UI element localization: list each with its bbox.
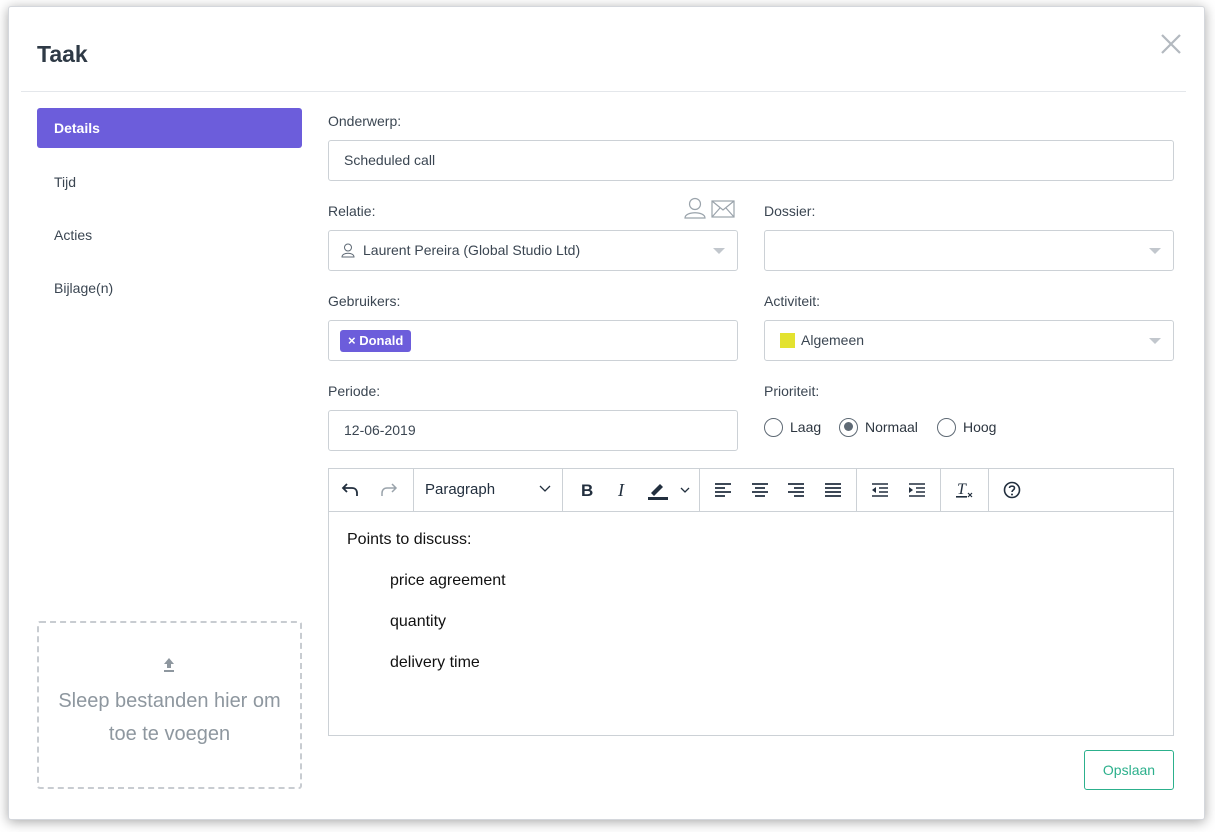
priority-radio-laag[interactable]: Laag	[764, 416, 821, 438]
outdent-icon	[872, 483, 888, 497]
radio-circle-selected	[839, 417, 858, 437]
priority-radio-hoog[interactable]: Hoog	[937, 416, 996, 438]
undo-icon	[341, 483, 358, 496]
toolbar-separator	[562, 469, 563, 511]
radio-label: Laag	[790, 419, 822, 435]
toolbar-separator	[940, 469, 941, 511]
align-center-button[interactable]	[747, 477, 773, 503]
sidebar-item-bijlagen[interactable]: Bijlage(n)	[37, 268, 302, 308]
chevron-down-icon	[1149, 338, 1161, 344]
align-right-icon	[788, 483, 804, 497]
toolbar-separator	[699, 469, 700, 511]
onderwerp-input[interactable]: Scheduled call	[328, 140, 1174, 181]
periode-value: 12-06-2019	[344, 422, 416, 438]
italic-button[interactable]: I	[609, 477, 635, 503]
dropzone-text: Sleep bestanden hier om toe te voegen	[58, 690, 281, 745]
sidebar-item-acties[interactable]: Acties	[37, 215, 302, 255]
svg-text:B: B	[581, 481, 593, 499]
radio-label: Hoog	[963, 419, 997, 435]
block-format-value: Paragraph	[425, 481, 496, 498]
gebruikers-label: Gebruikers:	[328, 293, 401, 309]
dossier-label: Dossier:	[764, 203, 816, 219]
content-item: quantity	[390, 613, 447, 630]
modal-title: Taak	[37, 41, 88, 67]
redo-button[interactable]	[376, 477, 402, 503]
activiteit-value: Algemeen	[801, 332, 865, 348]
align-right-button[interactable]	[783, 477, 809, 503]
content-item: price agreement	[390, 572, 506, 589]
bold-icon: B	[581, 481, 593, 499]
priority-radio-normaal[interactable]: Normaal	[839, 416, 918, 438]
chevron-down-icon	[1149, 248, 1161, 254]
close-button[interactable]	[1158, 31, 1184, 57]
onderwerp-value: Scheduled call	[344, 152, 436, 168]
relatie-select[interactable]: Laurent Pereira (Global Studio Ltd)	[328, 230, 738, 271]
redo-icon	[381, 483, 398, 496]
radio-label: Normaal	[865, 419, 918, 435]
tag-label: Donald	[359, 333, 404, 348]
content-item: delivery time	[390, 654, 480, 671]
indent-button[interactable]	[904, 477, 930, 503]
upload-icon	[164, 658, 174, 672]
highlight-icon	[648, 484, 690, 500]
content-intro: Points to discuss:	[347, 531, 472, 548]
dossier-select[interactable]	[764, 230, 1174, 271]
periode-label: Periode:	[328, 383, 381, 399]
bold-button[interactable]: B	[574, 477, 600, 503]
toolbar-separator	[856, 469, 857, 511]
contact-person-icon[interactable]	[683, 196, 707, 220]
radio-circle	[764, 417, 783, 437]
tag-remove-button[interactable]: ×	[348, 333, 356, 348]
sidebar-item-tijd[interactable]: Tijd	[37, 162, 302, 202]
clear-format-icon: T	[956, 481, 973, 498]
mail-icon[interactable]	[711, 200, 735, 218]
radio-circle	[937, 417, 956, 437]
sidebar-item-details[interactable]: Details	[37, 108, 302, 148]
prioriteit-label: Prioriteit:	[764, 383, 820, 399]
relatie-label: Relatie:	[328, 203, 376, 219]
activity-color-swatch	[780, 333, 795, 348]
clear-format-button[interactable]: T	[951, 477, 977, 503]
periode-input[interactable]: 12-06-2019	[328, 410, 738, 451]
indent-icon	[909, 483, 925, 497]
close-icon	[1161, 34, 1181, 54]
align-justify-button[interactable]	[820, 477, 846, 503]
editor-toolbar: Paragraph B I T	[329, 469, 1173, 512]
help-button[interactable]	[999, 477, 1025, 503]
file-dropzone[interactable]: Sleep bestanden hier om toe te voegen	[37, 621, 302, 789]
svg-text:I: I	[617, 481, 625, 499]
activiteit-select[interactable]: Algemeen	[764, 320, 1174, 361]
rich-text-editor: Paragraph B I T Points to discuss: price…	[328, 468, 1174, 736]
save-button[interactable]: Opslaan	[1084, 750, 1174, 790]
chevron-down-icon	[539, 485, 551, 492]
activiteit-label: Activiteit:	[764, 293, 821, 309]
header-divider	[21, 91, 1186, 92]
align-center-icon	[752, 483, 768, 497]
help-icon	[1003, 481, 1021, 499]
block-format-select[interactable]: Paragraph	[425, 477, 555, 503]
onderwerp-label: Onderwerp:	[328, 113, 402, 129]
outdent-button[interactable]	[867, 477, 893, 503]
italic-icon: I	[617, 481, 625, 499]
chevron-down-icon	[713, 248, 725, 254]
user-tag-donald: × Donald	[340, 330, 412, 352]
person-icon	[341, 243, 355, 258]
align-left-icon	[715, 483, 731, 497]
svg-text:T: T	[957, 481, 967, 498]
relatie-value: Laurent Pereira (Global Studio Ltd)	[363, 242, 581, 258]
align-left-button[interactable]	[710, 477, 736, 503]
gebruikers-input[interactable]: × Donald	[328, 320, 738, 361]
highlight-button[interactable]	[645, 477, 693, 503]
toolbar-separator	[988, 469, 989, 511]
toolbar-separator	[413, 469, 414, 511]
undo-button[interactable]	[337, 477, 363, 503]
align-justify-icon	[825, 483, 841, 497]
task-modal: Taak Details Tijd Acties Bijlage(n) Slee…	[8, 6, 1205, 820]
